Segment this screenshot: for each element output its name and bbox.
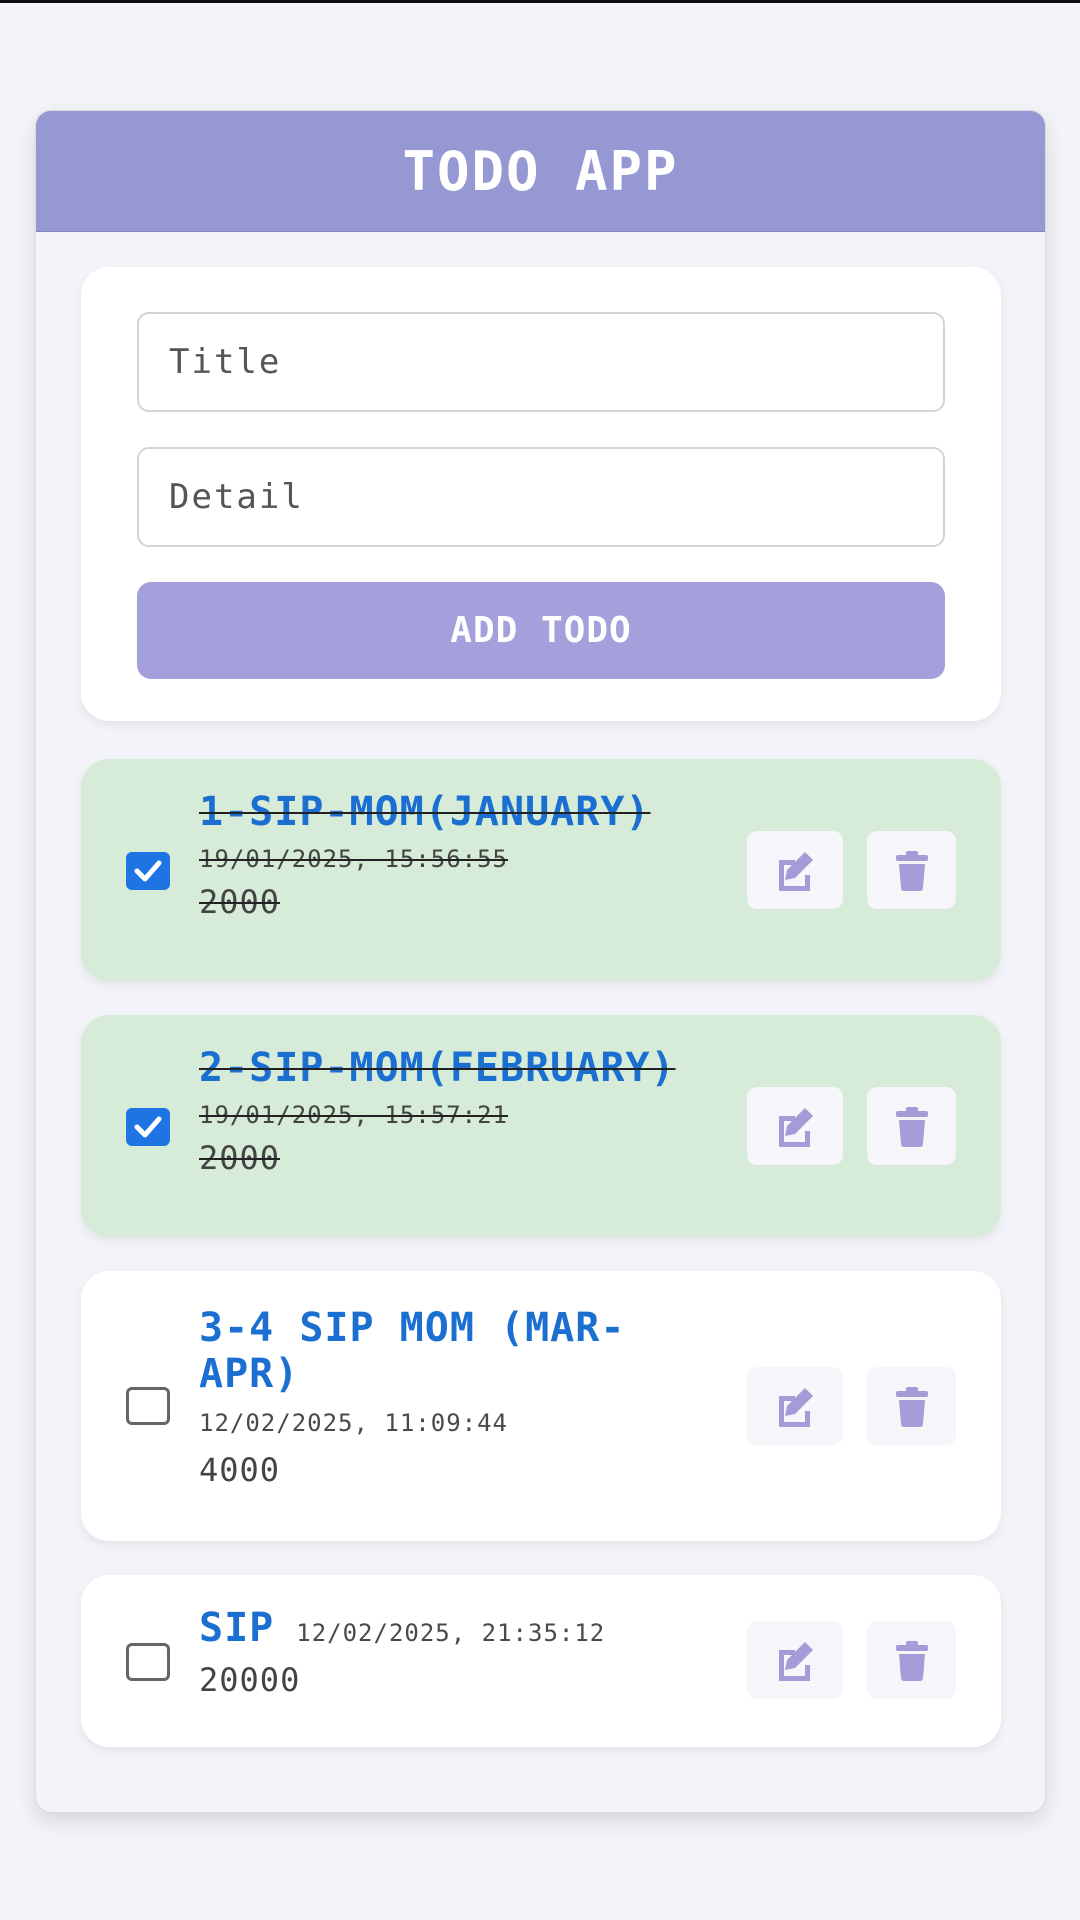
todo-detail: 20000 xyxy=(199,1661,301,1699)
delete-button[interactable] xyxy=(867,831,956,909)
delete-button[interactable] xyxy=(867,1367,956,1445)
status-line xyxy=(0,0,1080,3)
todo-detail: 4000 xyxy=(199,1451,281,1489)
trash-icon xyxy=(895,1387,928,1427)
todo-header-row: SIP 12/02/2025, 21:35:12 xyxy=(199,1605,605,1651)
trash-icon xyxy=(895,1107,928,1147)
todo-detail: 2000 xyxy=(199,1139,281,1177)
edit-button[interactable] xyxy=(747,831,843,909)
app-title: TODO APP xyxy=(402,139,679,203)
todo-title: 3-4 SIP MOM (MAR-APR) xyxy=(199,1305,626,1397)
add-todo-button[interactable]: ADD TODO xyxy=(137,582,945,679)
edit-button[interactable] xyxy=(747,1087,843,1165)
edit-button[interactable] xyxy=(747,1367,843,1445)
todo-date: 12/02/2025, 21:35:12 xyxy=(296,1619,606,1647)
todo-date: 12/02/2025, 11:09:44 xyxy=(199,1409,508,1437)
todo-content: SIP 12/02/2025, 21:35:12 20000 xyxy=(199,1605,605,1699)
trash-icon xyxy=(895,851,928,891)
edit-icon xyxy=(779,1108,813,1147)
todo-content: 3-4 SIP MOM (MAR-APR) 12/02/2025, 11:09:… xyxy=(199,1305,699,1489)
app-header: TODO APP xyxy=(36,111,1045,232)
edit-button[interactable] xyxy=(747,1621,843,1699)
delete-button[interactable] xyxy=(867,1087,956,1165)
todo-content: 1-SIP-MOM(JANUARY) 19/01/2025, 15:56:55 … xyxy=(199,789,650,921)
todo-checkbox[interactable] xyxy=(126,1108,170,1146)
todo-title: 2-SIP-MOM(FEBRUARY) xyxy=(199,1045,676,1091)
todo-checkbox[interactable] xyxy=(126,1387,170,1425)
todo-checkbox[interactable] xyxy=(126,852,170,890)
edit-icon xyxy=(779,852,813,891)
todo-content: 2-SIP-MOM(FEBRUARY) 19/01/2025, 15:57:21… xyxy=(199,1045,676,1177)
todo-title: SIP xyxy=(199,1605,275,1651)
title-input[interactable] xyxy=(137,312,945,412)
checkmark-icon xyxy=(134,1116,162,1138)
todo-item: 2-SIP-MOM(FEBRUARY) 19/01/2025, 15:57:21… xyxy=(81,1015,1001,1237)
trash-icon xyxy=(895,1641,928,1681)
edit-icon xyxy=(779,1642,813,1681)
detail-input[interactable] xyxy=(137,447,945,547)
todo-app-window: TODO APP ADD TODO 1-SIP-MOM(JANUARY) 19/… xyxy=(35,110,1046,1813)
add-todo-form: ADD TODO xyxy=(81,267,1001,721)
checkmark-icon xyxy=(134,860,162,882)
todo-checkbox[interactable] xyxy=(126,1643,170,1681)
todo-item: SIP 12/02/2025, 21:35:12 20000 xyxy=(81,1575,1001,1747)
todo-detail: 2000 xyxy=(199,883,281,921)
todo-date: 19/01/2025, 15:56:55 xyxy=(199,845,508,873)
edit-icon xyxy=(779,1388,813,1427)
todo-date: 19/01/2025, 15:57:21 xyxy=(199,1101,508,1129)
todo-item: 3-4 SIP MOM (MAR-APR) 12/02/2025, 11:09:… xyxy=(81,1271,1001,1541)
todo-title: 1-SIP-MOM(JANUARY) xyxy=(199,789,651,835)
todo-item: 1-SIP-MOM(JANUARY) 19/01/2025, 15:56:55 … xyxy=(81,759,1001,981)
delete-button[interactable] xyxy=(867,1621,956,1699)
